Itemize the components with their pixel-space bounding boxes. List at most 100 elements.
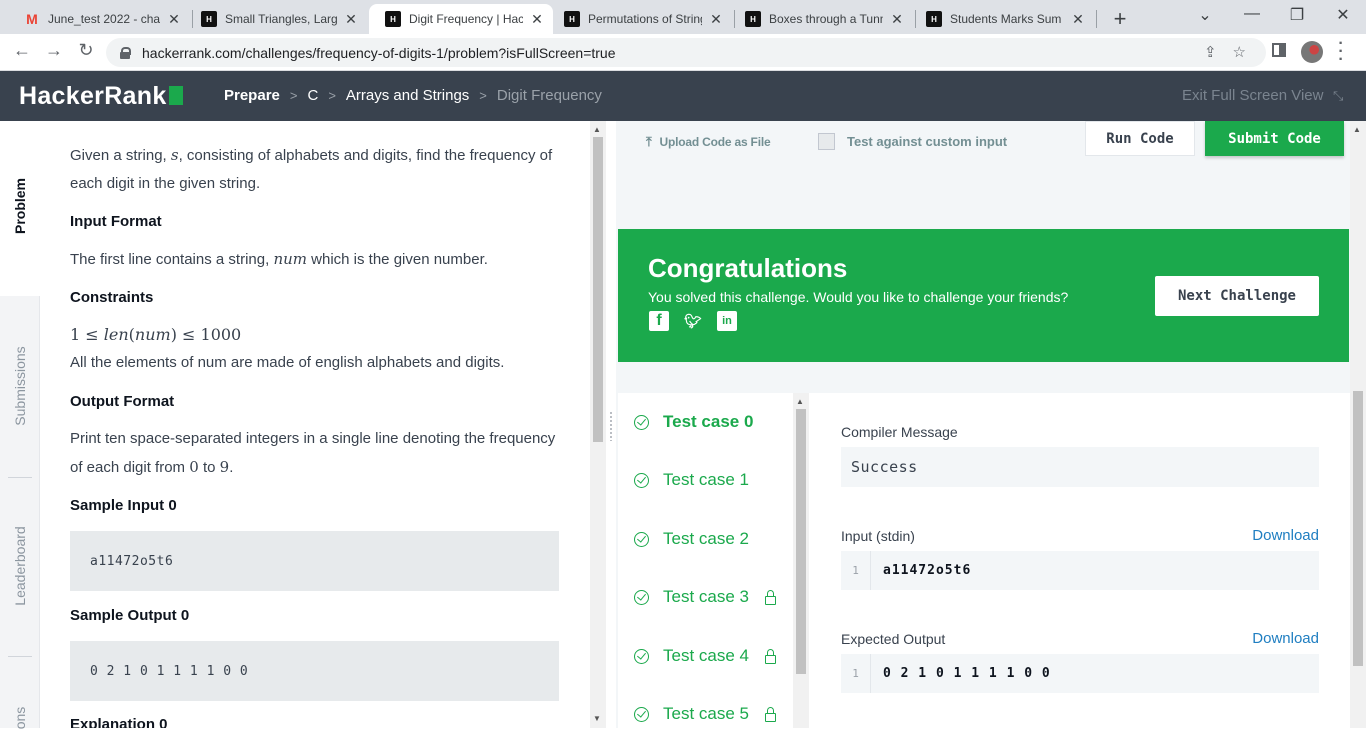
- check-circle-icon: [634, 706, 649, 722]
- test-list-scrollbar[interactable]: ▲: [793, 393, 809, 728]
- bookmark-star-icon[interactable]: ☆: [1233, 43, 1246, 61]
- tab-title: Small Triangles, Large: [225, 12, 337, 26]
- twitter-icon[interactable]: 🐦︎: [683, 311, 703, 331]
- compiler-message-box: Success: [841, 447, 1319, 487]
- sample-input-heading: Sample Input 0: [70, 497, 177, 514]
- pane-resize-handle[interactable]: [606, 121, 616, 728]
- url-text: hackerrank.com/challenges/frequency-of-d…: [142, 44, 616, 61]
- input-download-link[interactable]: Download: [1252, 527, 1319, 544]
- congrats-title: Congratulations: [648, 253, 848, 283]
- minimize-icon[interactable]: —: [1242, 5, 1262, 23]
- problem-intro: Given a string, s, consisting of alphabe…: [70, 146, 553, 192]
- tab-title: Students Marks Sum |: [950, 12, 1064, 26]
- gmail-icon: M: [26, 11, 38, 27]
- upload-code-button[interactable]: ⤒ Upload Code as File: [646, 134, 771, 150]
- problem-scrollbar[interactable]: ▲ ▼: [590, 121, 606, 728]
- test-case-5[interactable]: Test case 5: [618, 694, 793, 728]
- lock-icon: [765, 649, 777, 664]
- editor-results-pane: ⤒ Upload Code as File Test against custo…: [616, 121, 1350, 728]
- next-challenge-button[interactable]: Next Challenge: [1155, 276, 1319, 316]
- collapse-icon[interactable]: ⤡: [1333, 88, 1343, 104]
- close-icon[interactable]: ✕: [529, 11, 545, 28]
- lock-icon: [765, 707, 777, 722]
- hackerrank-icon: [745, 11, 761, 27]
- expected-download-link[interactable]: Download: [1252, 630, 1319, 647]
- hackerrank-logo[interactable]: HackerRank: [19, 82, 183, 111]
- close-icon[interactable]: ✕: [708, 11, 724, 28]
- lock-icon[interactable]: [120, 46, 131, 59]
- browser-tab-permutations[interactable]: Permutations of String ✕: [548, 4, 732, 34]
- test-case-1[interactable]: Test case 1: [618, 460, 793, 500]
- browser-menu-icon[interactable]: · · ·: [1336, 36, 1346, 68]
- tab-problem[interactable]: Problem: [12, 178, 28, 234]
- crumb-c[interactable]: C: [307, 87, 318, 104]
- breadcrumb: Prepare > C > Arrays and Strings > Digit…: [224, 87, 602, 104]
- run-code-button[interactable]: Run Code: [1085, 121, 1195, 156]
- chevron-right-icon: >: [289, 88, 298, 103]
- reload-icon[interactable]: ↻: [74, 40, 98, 61]
- facebook-icon[interactable]: f: [649, 311, 669, 331]
- expected-output-box: 1 0 2 1 0 1 1 1 1 0 0: [841, 654, 1319, 693]
- close-icon[interactable]: ✕: [343, 11, 359, 28]
- back-icon[interactable]: ←: [10, 40, 34, 61]
- test-case-list: Test case 0 Test case 1 Test case 2 Test…: [618, 393, 793, 728]
- new-tab-icon[interactable]: +: [1108, 6, 1132, 32]
- linkedin-icon[interactable]: in: [717, 311, 737, 331]
- congratulations-banner: Congratulations You solved this challeng…: [618, 229, 1349, 362]
- browser-tab-small-triangles[interactable]: Small Triangles, Large ✕: [185, 4, 367, 34]
- restore-icon[interactable]: ❐: [1287, 5, 1307, 25]
- test-case-0[interactable]: Test case 0: [618, 402, 793, 442]
- share-icon[interactable]: ⇪: [1204, 43, 1217, 61]
- profile-avatar[interactable]: [1301, 41, 1323, 63]
- constraints-heading: Constraints: [70, 289, 154, 306]
- close-icon[interactable]: ✕: [889, 11, 905, 28]
- window-close-icon[interactable]: ✕: [1333, 5, 1353, 25]
- sample-output-heading: Sample Output 0: [70, 607, 190, 624]
- check-circle-icon: [634, 414, 649, 430]
- sample-output-box: 0 2 1 0 1 1 1 1 0 0: [70, 641, 559, 701]
- test-case-2[interactable]: Test case 2: [618, 519, 793, 559]
- crumb-arrays-strings[interactable]: Arrays and Strings: [346, 87, 469, 104]
- tab-search-icon[interactable]: ⌄: [1195, 5, 1215, 25]
- input-box: 1 a11472o5t6: [841, 551, 1319, 590]
- crumb-prepare[interactable]: Prepare: [224, 87, 280, 104]
- expected-output-label: Expected Output: [841, 631, 946, 647]
- input-label: Input (stdin): [841, 528, 915, 544]
- hackerrank-icon: [926, 11, 942, 27]
- browser-tab-bar: M June_test 2022 - chav ✕ Small Triangle…: [0, 0, 1366, 34]
- test-case-3[interactable]: Test case 3: [618, 577, 793, 617]
- hackerrank-icon: [201, 11, 217, 27]
- congrats-subtitle: You solved this challenge. Would you lik…: [648, 289, 1069, 305]
- submit-code-button[interactable]: Submit Code: [1205, 121, 1344, 156]
- browser-toolbar: ← → ↻ hackerrank.com/challenges/frequenc…: [0, 34, 1366, 71]
- upload-icon: ⤒: [646, 134, 652, 149]
- browser-tab-digit-frequency[interactable]: Digit Frequency | Hack ✕: [369, 4, 553, 34]
- tab-title: Permutations of String: [588, 12, 702, 26]
- tab-submissions[interactable]: Submissions: [12, 346, 28, 425]
- check-circle-icon: [634, 589, 649, 605]
- check-circle-icon: [634, 472, 649, 488]
- custom-input-toggle[interactable]: Test against custom input: [818, 133, 1007, 150]
- input-format-heading: Input Format: [70, 213, 162, 230]
- browser-tab-gmail[interactable]: M June_test 2022 - chav ✕: [8, 4, 190, 34]
- tab-title: June_test 2022 - chav: [48, 12, 160, 26]
- check-circle-icon: [634, 648, 649, 664]
- constraint-text: All the elements of num are made of engl…: [70, 354, 505, 371]
- forward-icon[interactable]: →: [42, 40, 66, 61]
- side-panel-icon[interactable]: [1272, 43, 1286, 57]
- hackerrank-icon: [564, 11, 580, 27]
- share-icons: f 🐦︎ in: [649, 311, 737, 331]
- browser-tab-students-marks[interactable]: Students Marks Sum | ✕: [910, 4, 1094, 34]
- tab-leaderboard[interactable]: Leaderboard: [12, 526, 28, 605]
- address-bar[interactable]: hackerrank.com/challenges/frequency-of-d…: [106, 38, 1266, 67]
- input-format-text: The first line contains a string, num wh…: [70, 250, 488, 268]
- close-icon[interactable]: ✕: [166, 11, 182, 28]
- crumb-current: Digit Frequency: [496, 87, 602, 104]
- tab-discussions[interactable]: ons: [12, 707, 28, 729]
- custom-input-checkbox[interactable]: [818, 133, 835, 150]
- right-pane-scrollbar[interactable]: ▲: [1350, 121, 1366, 728]
- browser-tab-boxes[interactable]: Boxes through a Tunn ✕: [729, 4, 913, 34]
- test-case-4[interactable]: Test case 4: [618, 636, 793, 676]
- exit-fullscreen-link[interactable]: Exit Full Screen View: [1182, 87, 1323, 104]
- close-icon[interactable]: ✕: [1070, 11, 1086, 28]
